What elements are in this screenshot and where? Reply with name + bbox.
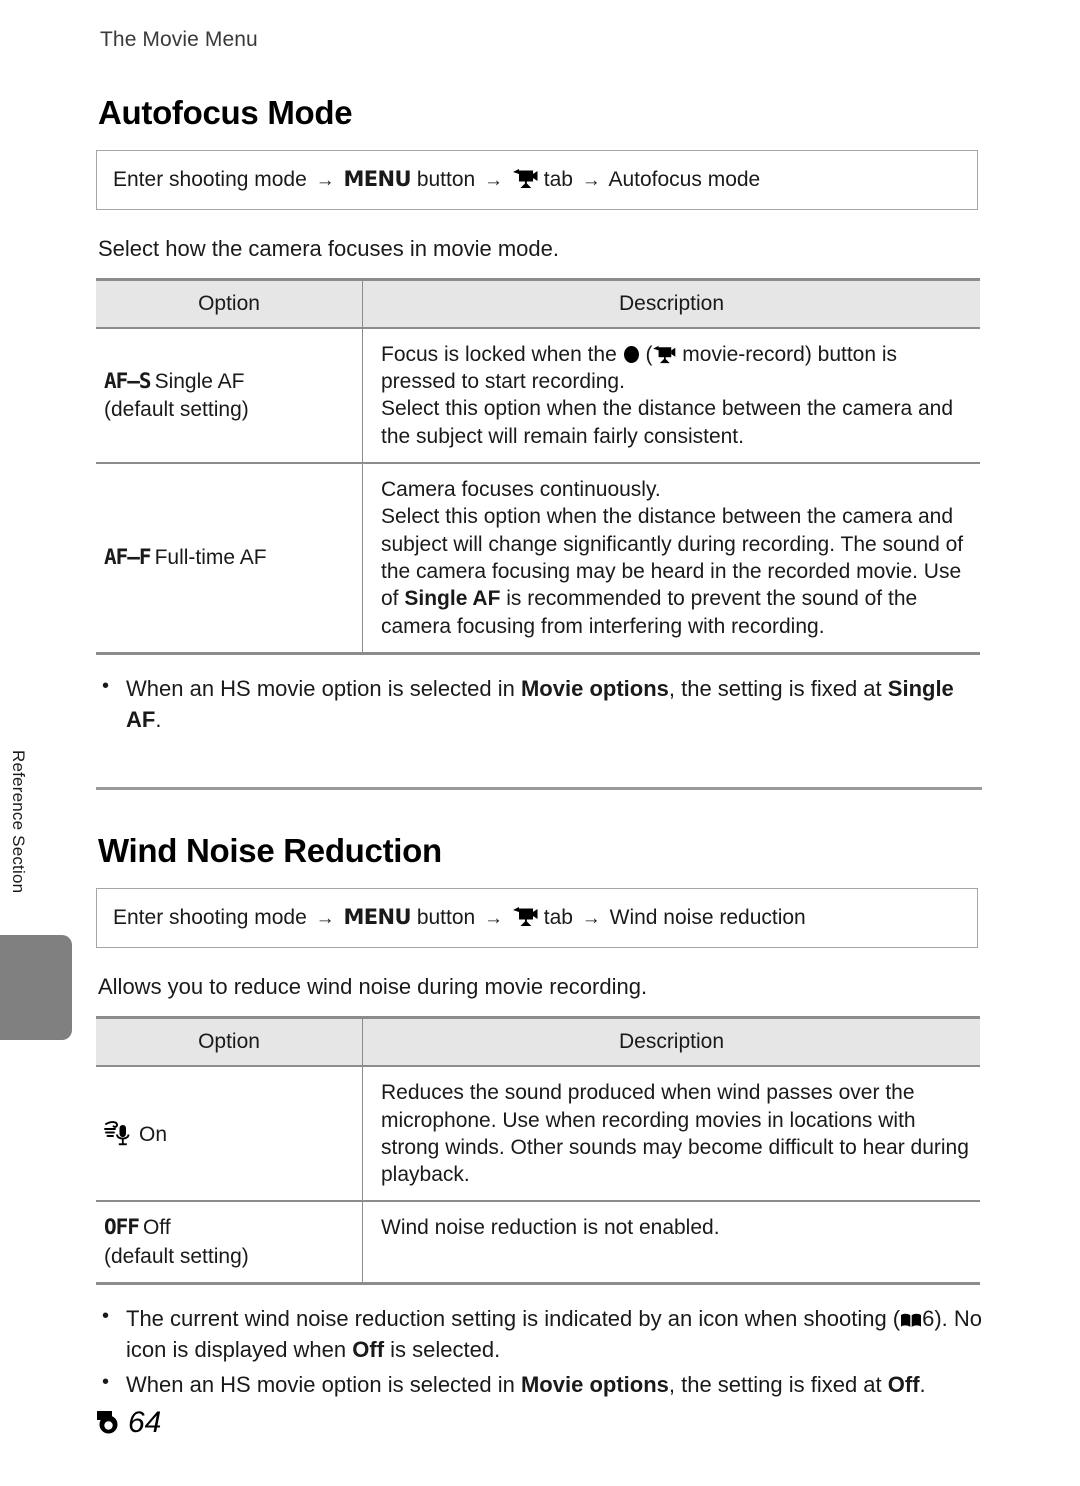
column-header-description: Description bbox=[362, 1016, 980, 1068]
column-header-option: Option bbox=[96, 1016, 363, 1068]
section-divider-rule bbox=[96, 787, 982, 791]
sidebar-rail: Reference Section bbox=[0, 0, 96, 1486]
arrow-icon: → bbox=[484, 908, 504, 930]
page-content: The Movie Menu Autofocus Mode Enter shoo… bbox=[96, 0, 996, 1405]
arrow-icon: → bbox=[581, 908, 601, 930]
desc-text: Select this option when the distance bet… bbox=[381, 505, 964, 638]
movie-camera-icon bbox=[652, 345, 676, 364]
nav-tab-word: tab bbox=[543, 168, 573, 191]
wind-noise-options-table: Option Description On Reduces the sound … bbox=[96, 1016, 980, 1286]
record-dot-icon bbox=[623, 345, 639, 363]
movie-camera-icon bbox=[512, 906, 538, 927]
nav-path-box-wind-noise: Enter shooting mode → MENU button → tab … bbox=[96, 888, 978, 949]
option-cell-wind-off: OFF Off (default setting) bbox=[96, 1201, 363, 1286]
desc-text: ( bbox=[639, 342, 653, 366]
open-book-icon bbox=[900, 1312, 922, 1329]
column-header-description: Description bbox=[362, 277, 980, 329]
emphasis-single-af: Single AF bbox=[404, 587, 501, 611]
section-wind-noise-reduction: Wind Noise Reduction Enter shooting mode… bbox=[96, 832, 996, 1400]
note-item: When an HS movie option is selected in M… bbox=[96, 1368, 986, 1400]
arrow-icon: → bbox=[315, 170, 335, 191]
description-cell-wind-on: Reduces the sound produced when wind pas… bbox=[362, 1066, 980, 1203]
page-footer: 64 bbox=[96, 1406, 161, 1440]
table-row: On Reduces the sound produced when wind … bbox=[96, 1066, 980, 1203]
nav-path-box-autofocus: Enter shooting mode → MENU button → tab … bbox=[96, 150, 978, 210]
menu-button-label: MENU bbox=[343, 905, 411, 930]
movie-camera-icon bbox=[512, 168, 538, 189]
nav-button-word: button bbox=[416, 168, 476, 191]
table-row: AF–S Single AF (default setting) Focus is… bbox=[96, 327, 980, 465]
nav-target: Autofocus mode bbox=[608, 168, 761, 191]
section-title-autofocus: Autofocus Mode bbox=[98, 94, 353, 131]
desc-text: Wind noise reduction is not enabled. bbox=[381, 1216, 720, 1240]
note-item: The current wind noise reduction setting… bbox=[96, 1302, 986, 1365]
page-number: 64 bbox=[128, 1406, 162, 1439]
af-s-code: AF–S bbox=[104, 368, 152, 393]
table-header-row: Option Description bbox=[96, 1016, 980, 1068]
default-setting-note: (default setting) bbox=[104, 1244, 249, 1268]
nav-prefix: Enter shooting mode bbox=[113, 906, 307, 930]
af-f-code: AF–F bbox=[104, 545, 152, 570]
option-name: Off bbox=[142, 1216, 171, 1240]
option-cell-single-af: AF–S Single AF (default setting) bbox=[96, 327, 363, 465]
menu-button-label: MENU bbox=[343, 167, 411, 191]
description-cell-full-time-af: Camera focuses continuously. Select this… bbox=[362, 463, 980, 655]
autofocus-options-table: Option Description AF–S Single AF (defaul… bbox=[96, 277, 980, 655]
reference-section-icon bbox=[96, 1409, 126, 1437]
table-row: AF–F Full-time AF Camera focuses continuo… bbox=[96, 463, 980, 655]
nav-tab-word: tab bbox=[543, 906, 573, 930]
emphasis-off: Off bbox=[352, 1337, 385, 1363]
notes-list-wind-noise: The current wind noise reduction setting… bbox=[96, 1302, 986, 1401]
desc-text: Camera focuses continuously. bbox=[381, 478, 661, 502]
option-name: On bbox=[139, 1122, 168, 1146]
notes-list-autofocus: When an HS movie option is selected in M… bbox=[96, 672, 986, 735]
option-cell-wind-on: On bbox=[96, 1066, 363, 1203]
table-row: OFF Off (default setting) Wind noise redu… bbox=[96, 1201, 980, 1286]
option-cell-full-time-af: AF–F Full-time AF bbox=[96, 463, 363, 655]
section-intro-wind-noise: Allows you to reduce wind noise during m… bbox=[98, 974, 648, 1000]
section-intro-autofocus: Select how the camera focuses in movie m… bbox=[98, 235, 560, 261]
table-header-row: Option Description bbox=[96, 277, 980, 329]
emphasis-off: Off bbox=[887, 1372, 920, 1398]
nav-prefix: Enter shooting mode bbox=[113, 168, 307, 191]
running-head: The Movie Menu bbox=[100, 28, 258, 51]
desc-text: Focus is locked when the bbox=[381, 342, 623, 366]
column-header-option: Option bbox=[96, 277, 363, 329]
off-code: OFF bbox=[104, 1215, 140, 1240]
arrow-icon: → bbox=[581, 170, 601, 191]
desc-text: Reduces the sound produced when wind pas… bbox=[381, 1081, 969, 1187]
arrow-icon: → bbox=[315, 908, 335, 930]
nav-button-word: button bbox=[416, 906, 476, 930]
sidebar-chapter-tab bbox=[0, 935, 72, 1040]
description-cell-single-af: Focus is locked when the ( movie-record)… bbox=[362, 327, 980, 465]
emphasis-movie-options: Movie options bbox=[520, 675, 669, 701]
default-setting-note: (default setting) bbox=[104, 397, 249, 421]
section-title-wind-noise: Wind Noise Reduction bbox=[98, 832, 442, 870]
arrow-icon: → bbox=[484, 170, 504, 191]
option-name: Full-time AF bbox=[154, 546, 267, 570]
nav-target: Wind noise reduction bbox=[609, 906, 806, 930]
emphasis-movie-options: Movie options bbox=[520, 1372, 669, 1398]
sidebar-section-label: Reference Section bbox=[9, 750, 28, 894]
description-cell-wind-off: Wind noise reduction is not enabled. bbox=[362, 1201, 980, 1286]
wind-mic-icon bbox=[104, 1120, 134, 1147]
section-autofocus-mode: Autofocus Mode Enter shooting mode → MEN… bbox=[96, 94, 996, 735]
note-item: When an HS movie option is selected in M… bbox=[96, 672, 986, 735]
desc-text: Select this option when the distance bet… bbox=[381, 397, 954, 448]
option-name: Single AF bbox=[154, 369, 245, 393]
